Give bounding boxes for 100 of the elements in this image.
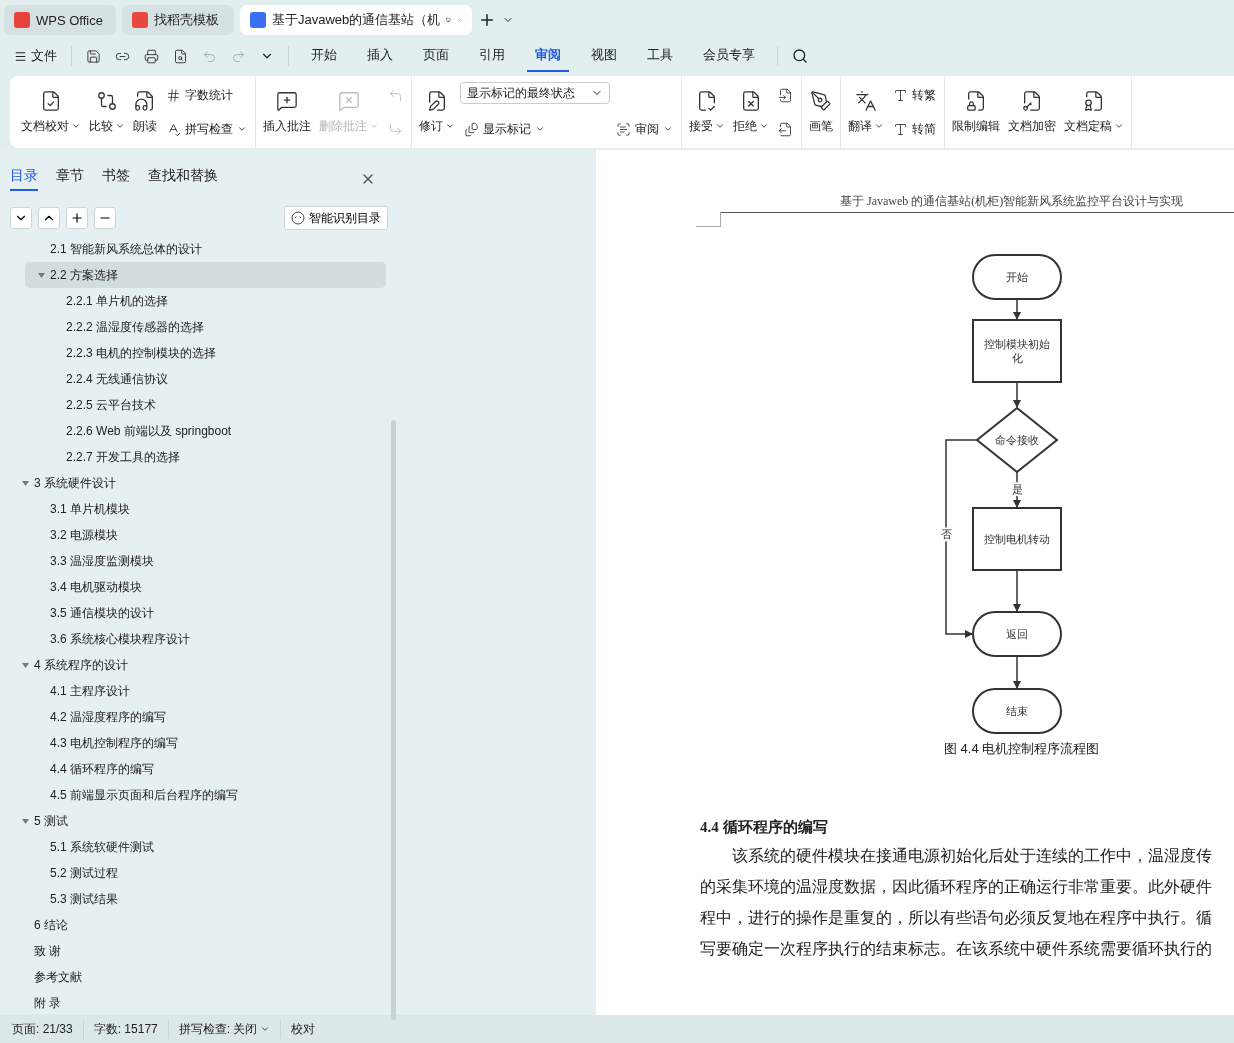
nav-tab[interactable]: 目录 <box>10 167 38 191</box>
new-tab-icon[interactable] <box>478 11 496 29</box>
toc-item[interactable]: 2.2.6 Web 前端以及 springboot <box>41 418 386 444</box>
toc-item[interactable]: 3.3 温湿度监测模块 <box>25 548 386 574</box>
flow-arrow <box>1013 569 1021 612</box>
toc-item[interactable]: 2.1 智能新风系统总体的设计 <box>25 236 386 262</box>
app-tab[interactable]: 基于Javaweb的通信基站（机 <box>240 5 472 35</box>
toc-item[interactable]: 4.4 循环程序的编写 <box>25 756 386 782</box>
toc-item[interactable]: 3 系统硬件设计 <box>9 470 386 496</box>
ribbon-button[interactable]: 限制编辑 <box>949 82 1003 142</box>
expanded-triangle-icon[interactable] <box>21 816 30 826</box>
markup-select[interactable]: 显示标记的最终状态 <box>460 82 610 104</box>
toc-item[interactable]: 3.6 系统核心模块程序设计 <box>25 626 386 652</box>
figure-caption: 图 4.4 电机控制程序流程图 <box>944 740 1101 758</box>
toc-item[interactable]: 附 录 <box>9 990 386 1016</box>
scrollbar-thumb[interactable] <box>391 420 396 1020</box>
ribbon-button[interactable]: 比较 <box>86 82 128 142</box>
toc-item[interactable]: 5.1 系统软硬件测试 <box>25 834 386 860</box>
smart-toc-button[interactable]: 智能识别目录 <box>284 206 388 230</box>
toc-item[interactable]: 4 系统程序的设计 <box>9 652 386 678</box>
save-icon[interactable] <box>86 48 101 64</box>
ribbon-tab[interactable]: 页面 <box>415 40 457 72</box>
toc-item[interactable]: 2.2.7 开发工具的选择 <box>41 444 386 470</box>
spell-check-icon <box>166 121 181 137</box>
expanded-triangle-icon[interactable] <box>21 478 30 488</box>
collapse-button[interactable] <box>38 207 60 229</box>
app-tab[interactable]: WPS Office <box>4 5 116 35</box>
app-logo-icon <box>250 12 266 28</box>
toc-item[interactable]: 2.2.1 单片机的选择 <box>41 288 386 314</box>
toc-item[interactable]: 2.2.4 无线通信协议 <box>41 366 386 392</box>
comment-delete-icon <box>338 89 360 112</box>
ribbon-button[interactable]: 画笔 <box>806 82 836 142</box>
ribbon-button[interactable]: 翻译 <box>845 82 887 142</box>
page-count: 页面: 21/33 <box>12 1020 73 1038</box>
ribbon-tab[interactable]: 插入 <box>359 40 401 72</box>
finalize-icon <box>1083 89 1105 112</box>
app-tab[interactable]: 找稻壳模板 <box>122 5 234 35</box>
reject-icon <box>740 89 762 112</box>
flow-arrow <box>1013 655 1021 689</box>
toc-item[interactable]: 3.4 电机驱动模块 <box>25 574 386 600</box>
ribbon-button[interactable]: 文档加密 <box>1005 82 1059 142</box>
toc-item[interactable]: 5.2 测试过程 <box>25 860 386 886</box>
search-icon[interactable] <box>792 48 808 64</box>
ribbon-tab[interactable]: 引用 <box>471 40 513 72</box>
ribbon-button[interactable]: 插入批注 <box>260 82 314 142</box>
page-header: 基于 Javaweb 的通信基站(机柜)智能新风系统监控平台设计与实现 <box>720 194 1234 213</box>
ribbon-tab[interactable]: 开始 <box>303 40 345 72</box>
ribbon-button[interactable]: 转繁 <box>889 82 940 108</box>
toc-item[interactable]: 2.2.3 电机的控制模块的选择 <box>41 340 386 366</box>
previous-change-icon <box>778 87 793 103</box>
file-menu[interactable]: 文件 <box>31 47 57 65</box>
ribbon-button[interactable]: 转简 <box>889 116 940 142</box>
ribbon-button[interactable]: 朗读 <box>130 82 160 142</box>
toc-item[interactable]: 4.5 前端显示页面和后台程序的编写 <box>25 782 386 808</box>
ribbon-button[interactable]: 审阅 <box>612 116 677 142</box>
toc-item[interactable]: 5 测试 <box>9 808 386 834</box>
node-label: 结束 <box>1006 705 1028 717</box>
proofread-button[interactable]: 校对 <box>291 1020 316 1038</box>
ribbon-button[interactable]: 显示标记 <box>460 116 610 142</box>
toc-item[interactable]: 4.1 主程序设计 <box>25 678 386 704</box>
ribbon-button[interactable]: 拼写检查 <box>162 116 251 142</box>
remove-button[interactable] <box>94 207 116 229</box>
toc-item[interactable]: 2.2.2 温湿度传感器的选择 <box>41 314 386 340</box>
menu-icon[interactable] <box>14 49 27 63</box>
expand-button[interactable] <box>10 207 32 229</box>
document-check-icon <box>40 89 62 112</box>
toc-item[interactable]: 4.3 电机控制程序的编写 <box>25 730 386 756</box>
expanded-triangle-icon[interactable] <box>21 660 30 670</box>
flow-arrow <box>1013 381 1021 408</box>
ribbon-button[interactable]: 拒绝 <box>730 82 772 142</box>
toc-item[interactable]: 2.2 方案选择 <box>25 262 386 288</box>
ribbon-button[interactable]: 文档定稿 <box>1061 82 1127 142</box>
nav-tab[interactable]: 查找和替换 <box>148 167 218 191</box>
ribbon-button[interactable]: 字数统计 <box>162 82 251 108</box>
ribbon-tab[interactable]: 工具 <box>639 40 681 72</box>
caret-icon <box>260 1024 271 1034</box>
nav-tab[interactable]: 书签 <box>102 167 130 191</box>
toc-item[interactable]: 3.5 通信模块的设计 <box>25 600 386 626</box>
ribbon-tab[interactable]: 审阅 <box>527 40 569 72</box>
toc-item[interactable]: 3.2 电源模块 <box>25 522 386 548</box>
toc-item[interactable]: 致 谢 <box>9 938 386 964</box>
spell-check-status[interactable]: 拼写检查: 关闭 <box>178 1020 271 1038</box>
ribbon-button[interactable]: 文档校对 <box>18 82 84 142</box>
print-icon[interactable] <box>144 48 159 64</box>
nav-tab[interactable]: 章节 <box>56 167 84 191</box>
toc-item[interactable]: 2.2.5 云平台技术 <box>41 392 386 418</box>
toc-item[interactable]: 参考文献 <box>9 964 386 990</box>
toc-item[interactable]: 6 结论 <box>9 912 386 938</box>
add-button[interactable] <box>66 207 88 229</box>
ribbon-button[interactable]: 修订 <box>416 82 458 142</box>
paragraph-line: 写要确定一次程序执行的结束标志。在该系统中硬件系统需要循环执行的 <box>700 939 1213 959</box>
ribbon-button[interactable]: 接受 <box>686 82 728 142</box>
toc-item[interactable]: 3.1 单片机模块 <box>25 496 386 522</box>
ribbon-tab[interactable]: 会员专享 <box>695 40 763 72</box>
track-changes-icon <box>426 89 448 112</box>
ribbon-tab[interactable]: 视图 <box>583 40 625 72</box>
toc-item[interactable]: 5.3 测试结果 <box>25 886 386 912</box>
expanded-triangle-icon[interactable] <box>37 270 46 280</box>
toc-item[interactable]: 4.2 温湿度程序的编写 <box>25 704 386 730</box>
print-preview-icon[interactable] <box>173 48 188 64</box>
